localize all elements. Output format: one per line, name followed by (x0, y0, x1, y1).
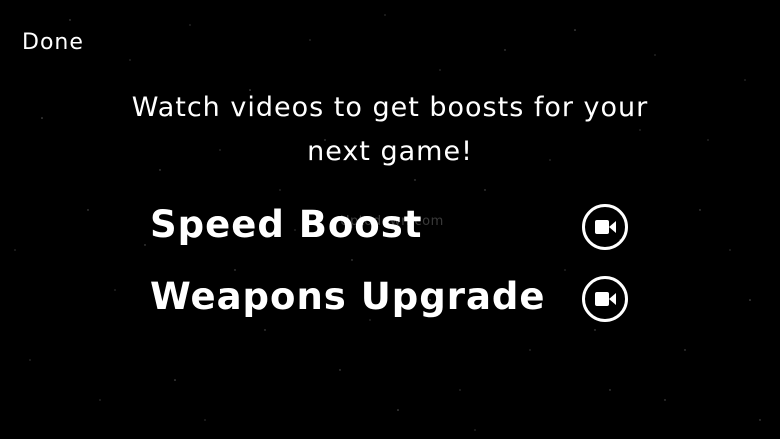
headline-text: Watch videos to get boosts for your next… (90, 86, 690, 174)
boost-row-weapons: Weapons Upgrade (150, 272, 630, 322)
headline-line-2: next game! (307, 136, 473, 167)
boost-row-speed: Speed Boost (150, 200, 630, 250)
boost-screen: Done Watch videos to get boosts for your… (0, 0, 780, 439)
weapons-upgrade-label: Weapons Upgrade (150, 275, 546, 318)
watch-video-weapons-upgrade-button[interactable] (582, 276, 628, 322)
done-button[interactable]: Done (22, 30, 84, 55)
watch-video-speed-boost-button[interactable] (582, 204, 628, 250)
headline-line-1: Watch videos to get boosts for your (131, 92, 649, 123)
video-camera-icon (595, 292, 616, 306)
speed-boost-label: Speed Boost (150, 203, 423, 246)
video-camera-icon (595, 220, 616, 234)
